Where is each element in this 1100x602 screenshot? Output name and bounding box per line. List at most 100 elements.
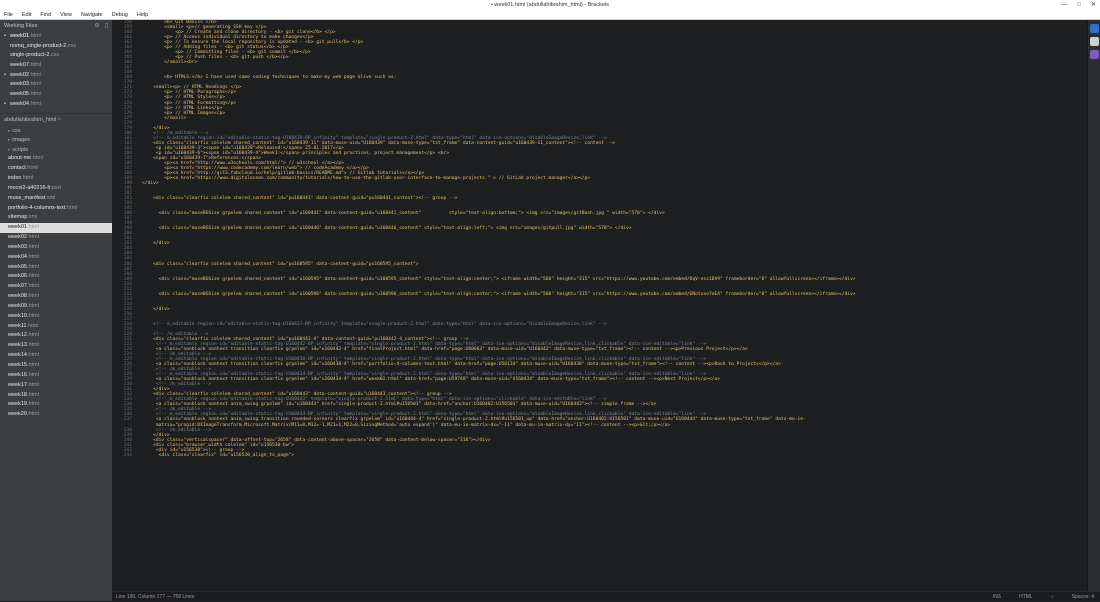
code-line[interactable]: 243 <div class="clearfix" id="u156530_al… xyxy=(112,453,1087,458)
working-file-item[interactable]: week02.html xyxy=(0,71,112,81)
file-extension: .html xyxy=(28,71,41,78)
working-file-item[interactable]: week03.html xyxy=(0,80,112,90)
file-extension: .html xyxy=(26,322,39,329)
file-name: week12 xyxy=(8,332,27,339)
tree-file-item[interactable]: week18.html xyxy=(0,391,112,401)
close-button[interactable]: ✕ xyxy=(1091,0,1096,10)
menu-file[interactable]: File xyxy=(4,10,13,19)
tree-file-item[interactable]: week14.html xyxy=(0,351,112,361)
file-name: week19 xyxy=(8,401,27,408)
folder-name: css xyxy=(12,127,21,134)
folder-item[interactable]: ▸ scripts xyxy=(0,145,112,155)
file-name: week13 xyxy=(8,342,27,349)
split-view-icon[interactable]: ▯ xyxy=(105,20,108,32)
file-name: week02 xyxy=(8,234,27,241)
working-file-item[interactable]: nomq_single-product-2.css xyxy=(0,42,112,52)
tree-file-item[interactable]: week01.html xyxy=(0,223,112,234)
tree-file-item[interactable]: week19.html xyxy=(0,400,112,410)
file-extension: .html xyxy=(26,224,39,231)
file-extension: .css xyxy=(66,42,77,49)
tree-file-item[interactable]: index.html xyxy=(0,174,112,184)
working-file-item[interactable]: week05.html xyxy=(0,90,112,100)
file-extension: .html xyxy=(21,174,34,181)
tree-file-item[interactable]: week08.html xyxy=(0,292,112,302)
tree-file-item[interactable]: week07.html xyxy=(0,282,112,292)
tree-file-item[interactable]: week06.html xyxy=(0,272,112,282)
code-editor[interactable]: 158 <b> Git Basics </b> 159 <small> <p>//… xyxy=(112,20,1087,591)
folder-name: scripts xyxy=(12,146,29,153)
gear-icon[interactable]: ⚙ xyxy=(94,20,99,32)
menu-bar: File Edit Find View Navigate Debug Help xyxy=(0,10,1100,20)
project-name: abdullahibrahim_html xyxy=(4,116,57,123)
maximize-button[interactable]: □ xyxy=(1077,0,1081,10)
tree-file-item[interactable]: week15.html xyxy=(0,361,112,371)
menu-view[interactable]: View xyxy=(60,10,72,19)
folder-name: images xyxy=(12,137,30,144)
file-extension: .html xyxy=(26,243,39,250)
menu-help[interactable]: Help xyxy=(137,10,148,19)
extension-manager-icon[interactable] xyxy=(1089,37,1099,46)
file-name: week08 xyxy=(8,293,27,300)
tree-file-item[interactable]: muse_manifest.xml xyxy=(0,194,112,204)
working-file-item[interactable]: single-product-2.css xyxy=(0,51,112,61)
project-title[interactable]: abdullahibrahim_html ˅ xyxy=(0,112,112,126)
file-name: portfolio-4-columns-text xyxy=(8,204,66,211)
working-files-header: Working Files ⚙ ▯ xyxy=(0,20,112,32)
menu-edit[interactable]: Edit xyxy=(22,10,31,19)
tree-file-item[interactable]: week02.html xyxy=(0,233,112,243)
file-name: week16 xyxy=(8,371,27,378)
file-extension: .html xyxy=(26,342,39,349)
file-name: week20 xyxy=(8,411,27,418)
file-name: week06 xyxy=(8,273,27,280)
tree-file-item[interactable]: mocxi2-a40216-fr.psd xyxy=(0,184,112,194)
file-name: nomq_single-product-2 xyxy=(10,42,67,49)
tree-file-item[interactable]: week10.html xyxy=(0,312,112,322)
file-name: week03 xyxy=(10,81,29,88)
file-name: muse_manifest xyxy=(8,194,46,201)
file-extension: .html xyxy=(26,293,39,300)
file-name: mocxi2-a40216-fr xyxy=(8,184,51,191)
file-extension: .psd xyxy=(50,184,61,191)
folder-item[interactable]: ▸ css xyxy=(0,126,112,136)
file-extension: .html xyxy=(26,234,39,241)
tree-file-item[interactable]: sitemap.xml xyxy=(0,213,112,223)
file-name: week17 xyxy=(8,381,27,388)
file-extension: .html xyxy=(28,62,41,69)
tree-file-item[interactable]: contact.html xyxy=(0,164,112,174)
working-file-item[interactable]: week04.html xyxy=(0,100,112,110)
tree-file-item[interactable]: week13.html xyxy=(0,341,112,351)
working-file-item[interactable]: week01.html xyxy=(0,32,112,42)
file-name: week10 xyxy=(8,312,27,319)
menu-navigate[interactable]: Navigate xyxy=(81,10,103,19)
tree-file-item[interactable]: about-me.html xyxy=(0,154,112,164)
folder-item[interactable]: ▸ images xyxy=(0,135,112,145)
tree-file-item[interactable]: week20.html xyxy=(0,410,112,420)
file-extension: .html xyxy=(26,332,39,339)
tree-file-item[interactable]: week12.html xyxy=(0,331,112,341)
file-extension: .html xyxy=(28,33,41,39)
tree-file-item[interactable]: week09.html xyxy=(0,302,112,312)
live-preview-icon[interactable] xyxy=(1089,24,1099,33)
tree-file-item[interactable]: week03.html xyxy=(0,243,112,253)
tree-file-item[interactable]: week05.html xyxy=(0,263,112,273)
file-name: contact xyxy=(8,165,26,172)
file-extension: .html xyxy=(28,91,41,98)
file-name: week01 xyxy=(8,224,27,231)
tree-file-item[interactable]: portfolio-4-columns-text.html xyxy=(0,204,112,214)
file-name: about-me xyxy=(8,155,32,162)
tree-file-item[interactable]: week17.html xyxy=(0,381,112,391)
chevron-right-icon: ▸ xyxy=(8,127,11,133)
working-file-item[interactable]: week07.html xyxy=(0,61,112,71)
extension-icon[interactable] xyxy=(1089,50,1099,59)
file-extension: .html xyxy=(26,371,39,378)
tree-file-item[interactable]: week04.html xyxy=(0,253,112,263)
menu-find[interactable]: Find xyxy=(40,10,51,19)
file-extension: .html xyxy=(26,283,39,290)
file-extension: .html xyxy=(31,155,44,162)
tree-file-item[interactable]: week16.html xyxy=(0,371,112,381)
code-area[interactable]: 158 <b> Git Basics </b> 159 <small> <p>//… xyxy=(112,20,1087,458)
file-extension: .html xyxy=(26,362,39,368)
tree-file-item[interactable]: week11.html xyxy=(0,322,112,332)
minimize-button[interactable]: — xyxy=(1061,0,1067,10)
menu-debug[interactable]: Debug xyxy=(112,10,128,19)
